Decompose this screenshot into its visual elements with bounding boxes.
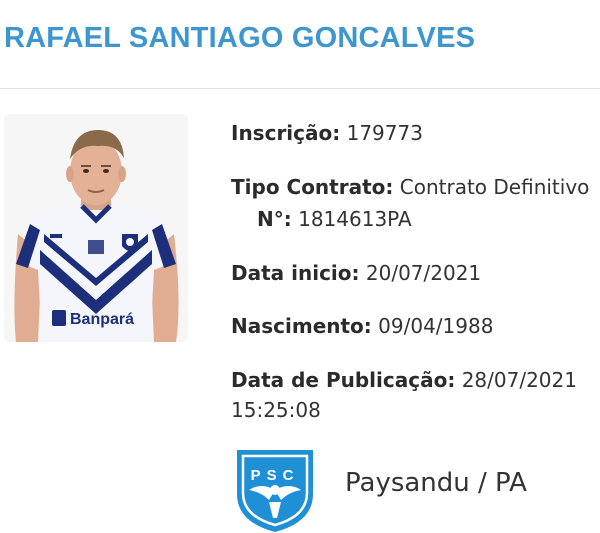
numero-label: N°: [257,207,292,231]
data-inicio-row: Data inicio: 20/07/2021 [231,258,481,288]
nascimento-label: Nascimento: [231,314,372,338]
paysandu-crest-icon[interactable]: PSC [231,444,319,533]
data-inicio-value: 20/07/2021 [365,261,482,285]
tipo-contrato-value: Contrato Definitivo [399,175,590,199]
svg-text:Banpará: Banpará [70,311,134,328]
tipo-contrato-row: Tipo Contrato: Contrato Definitivo [231,172,589,202]
player-name-heading: RAFAEL SANTIAGO GONCALVES [4,22,476,54]
numero-value: 1814613PA [298,207,412,231]
club-name-link[interactable]: Paysandu / PA [345,468,527,498]
header-divider [0,88,600,89]
inscricao-label: Inscrição: [231,121,341,145]
tipo-contrato-label: Tipo Contrato: [231,175,394,199]
player-profile-page: RAFAEL SANTIAGO GONCALVES Banpará Inscri… [0,0,600,533]
data-inicio-label: Data inicio: [231,261,360,285]
publicacao-label: Data de Publicação: [231,368,456,392]
nascimento-value: 09/04/1988 [378,314,494,338]
publicacao-row: Data de Publicação: 28/07/2021 15:25:08 [231,365,596,425]
svg-text:PSC: PSC [251,467,300,484]
nascimento-row: Nascimento: 09/04/1988 [231,311,493,341]
inscricao-row: Inscrição: 179773 [231,118,423,148]
inscricao-value: 179773 [346,121,423,145]
player-photo: Banpará [4,114,188,342]
numero-row: N°: 1814613PA [257,204,412,234]
